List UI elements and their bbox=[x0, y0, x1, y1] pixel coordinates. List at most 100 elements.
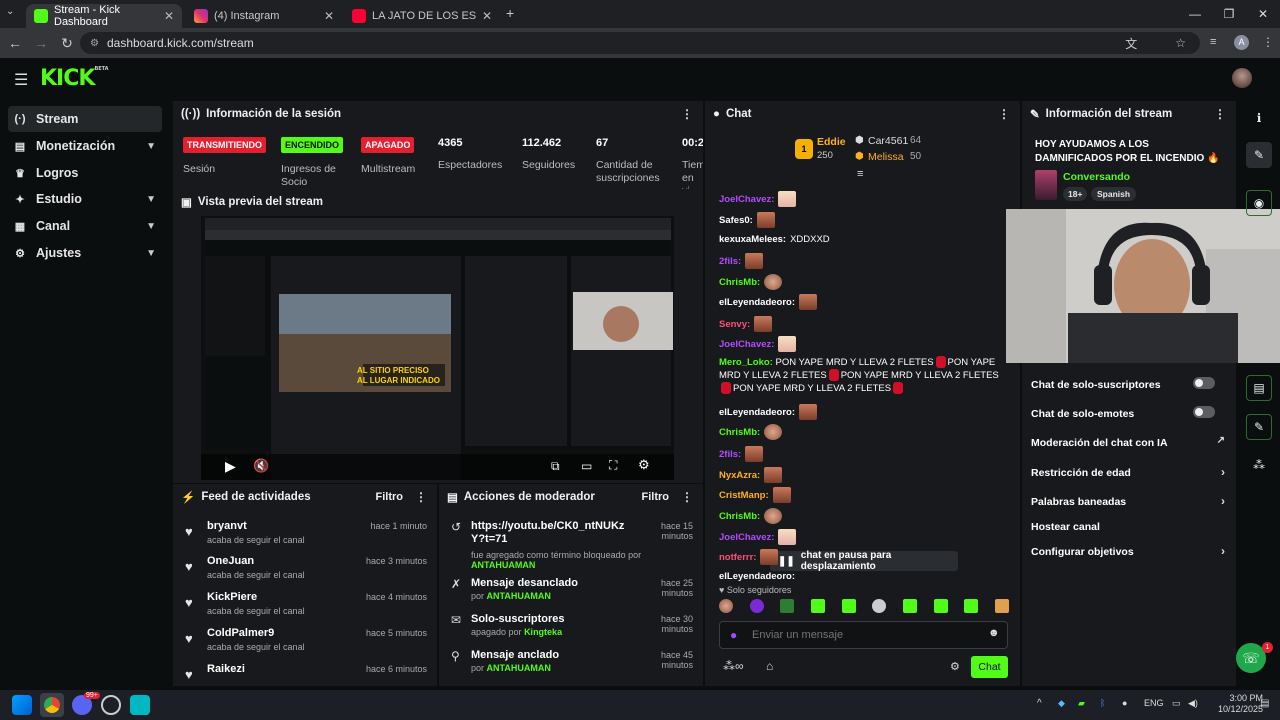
back-icon[interactable]: ← bbox=[2, 35, 28, 51]
leaderboard-name[interactable]: Eddie bbox=[817, 136, 846, 148]
expand-icon[interactable]: ≡ bbox=[857, 168, 863, 180]
setting-host-channel[interactable]: Hostear canal bbox=[1031, 521, 1227, 533]
category-name[interactable]: Conversando bbox=[1063, 171, 1130, 183]
emote[interactable] bbox=[780, 599, 795, 613]
user-avatar[interactable] bbox=[1232, 68, 1252, 88]
chat-username[interactable]: JoelChavez: bbox=[719, 531, 774, 544]
layout-icon[interactable]: ▤ bbox=[1246, 375, 1272, 401]
more-options-icon[interactable]: ⋮ bbox=[998, 107, 1010, 121]
toggle-switch[interactable] bbox=[1193, 377, 1215, 389]
chevron-up-icon[interactable]: ^ bbox=[1037, 698, 1042, 709]
tab-instagram[interactable]: (4) Instagram ✕ bbox=[186, 4, 342, 28]
language-indicator[interactable]: ENG bbox=[1144, 698, 1164, 708]
fullscreen-icon[interactable]: ⛶ bbox=[609, 458, 617, 473]
chat-username[interactable]: notferrr: bbox=[719, 551, 756, 564]
chat-username[interactable]: ChrisMb: bbox=[719, 276, 760, 289]
activity-user[interactable]: ColdPalmer9 bbox=[207, 627, 274, 639]
chat-username[interactable]: elLeyendadeoro: bbox=[719, 570, 795, 583]
leaderboard-name[interactable]: Car4561 bbox=[868, 135, 908, 147]
chat-username[interactable]: kexuxaMelees: bbox=[719, 233, 786, 246]
emote[interactable] bbox=[749, 599, 764, 613]
setting-ai-moderation[interactable]: Moderación del chat con IA ↗ bbox=[1031, 435, 1227, 449]
chat-username[interactable]: CristManp: bbox=[719, 489, 769, 502]
sidebar-item-ajustes[interactable]: ⚙ Ajustes ▼ bbox=[8, 240, 162, 266]
clock[interactable]: 3:00 PM 10/12/2025 bbox=[1218, 693, 1263, 715]
stream-title[interactable]: HOY AYUDAMOS A LOS DAMNIFICADOS POR EL I… bbox=[1035, 138, 1227, 166]
network-icon[interactable]: ▭ bbox=[1172, 698, 1181, 709]
store-icon[interactable]: ⌂ bbox=[766, 659, 773, 673]
chat-username[interactable]: Mero_Loko: bbox=[719, 357, 773, 368]
chat-username[interactable]: 2fils: bbox=[719, 255, 741, 268]
windows-start-icon[interactable] bbox=[12, 695, 32, 715]
url-field[interactable]: ⚙ dashboard.kick.com/stream 文 ☆ bbox=[80, 32, 1200, 54]
chat-username[interactable]: elLeyendadeoro: bbox=[719, 406, 795, 419]
apps-icon[interactable]: ⁂ bbox=[1246, 452, 1272, 478]
chat-username[interactable]: Safes0: bbox=[719, 214, 753, 227]
filter-button[interactable]: Filtro bbox=[376, 491, 404, 503]
gear-icon[interactable]: ⚙ bbox=[950, 660, 960, 673]
infinity-icon[interactable]: ⁂∞ bbox=[723, 659, 744, 673]
forward-icon[interactable]: → bbox=[28, 35, 54, 51]
emote[interactable] bbox=[933, 599, 948, 613]
bluetooth-icon[interactable]: ᛒ bbox=[1100, 698, 1105, 708]
mod-name[interactable]: ANTAHUAMAN bbox=[471, 560, 535, 570]
kick-logo[interactable]: KICKBETA bbox=[40, 66, 109, 91]
mod-name[interactable]: ANTAHUAMAN bbox=[487, 591, 551, 601]
edit-icon[interactable]: ✎ bbox=[1246, 142, 1272, 168]
profile-avatar[interactable]: A bbox=[1234, 35, 1249, 50]
mic-tray-icon[interactable]: ● bbox=[1122, 698, 1127, 708]
emote[interactable] bbox=[964, 599, 979, 613]
close-icon[interactable]: ✕ bbox=[164, 9, 174, 23]
chat-message-input[interactable] bbox=[752, 626, 972, 644]
chat-paused-toast[interactable]: ❚❚ chat en pausa para desplazamiento bbox=[770, 550, 958, 572]
chat-username[interactable]: ChrisMb: bbox=[719, 510, 760, 523]
menu-icon[interactable]: ⋮ bbox=[1262, 35, 1274, 49]
close-icon[interactable]: ✕ bbox=[324, 9, 334, 23]
notifications-icon[interactable]: ▤ bbox=[1260, 698, 1269, 709]
tab-search-icon[interactable]: ⌄ bbox=[6, 6, 14, 17]
tray-app-icon[interactable]: ◆ bbox=[1058, 698, 1065, 709]
sidebar-item-canal[interactable]: ▦ Canal ▼ bbox=[8, 213, 162, 239]
setting-banned-words[interactable]: Palabras baneadas › bbox=[1031, 494, 1227, 508]
emote[interactable] bbox=[841, 599, 856, 613]
send-chat-button[interactable]: Chat bbox=[971, 656, 1008, 678]
close-window-icon[interactable]: ✕ bbox=[1246, 0, 1280, 28]
info-icon[interactable]: ℹ bbox=[1246, 105, 1272, 131]
sidebar-item-stream[interactable]: (·) Stream bbox=[8, 106, 162, 132]
close-icon[interactable]: ✕ bbox=[482, 9, 492, 23]
sidebar-item-logros[interactable]: ♛ Logros bbox=[8, 160, 162, 186]
emoji-icon[interactable]: ☻ bbox=[988, 627, 1000, 639]
site-info-icon[interactable]: ⚙ bbox=[90, 38, 99, 49]
stream-preview-player[interactable]: AL SITIO PRECISO AL LUGAR INDICADO ▶ 🔇 ⧉… bbox=[201, 216, 674, 480]
emote[interactable] bbox=[994, 599, 1009, 613]
wrench-icon[interactable]: ✎ bbox=[1246, 414, 1272, 440]
chat-username[interactable]: Senvy: bbox=[719, 318, 750, 331]
gear-icon[interactable]: ⚙ bbox=[638, 457, 650, 473]
reload-icon[interactable]: ↻ bbox=[54, 35, 80, 52]
new-tab-icon[interactable]: + bbox=[506, 5, 514, 21]
chat-username[interactable]: ChrisMb: bbox=[719, 426, 760, 439]
mod-name[interactable]: Kingteka bbox=[524, 627, 562, 637]
chat-username[interactable]: JoelChavez: bbox=[719, 338, 774, 351]
activity-user[interactable]: KickPiere bbox=[207, 591, 257, 603]
sidebar-item-monetizacion[interactable]: ▤ Monetización ▼ bbox=[8, 133, 162, 159]
sidebar-item-estudio[interactable]: ✦ Estudio ▼ bbox=[8, 186, 162, 212]
setting-age-restriction[interactable]: Restricción de edad › bbox=[1031, 465, 1227, 479]
setting-goals[interactable]: Configurar objetivos › bbox=[1031, 544, 1227, 558]
emote[interactable] bbox=[719, 599, 733, 613]
chat-username[interactable]: 2fils: bbox=[719, 448, 741, 461]
mic-icon[interactable]: ● bbox=[730, 628, 737, 642]
bookmark-star-icon[interactable]: ☆ bbox=[1175, 36, 1186, 50]
obs-icon[interactable] bbox=[101, 695, 121, 715]
pip-icon[interactable]: ⧉ bbox=[551, 459, 560, 474]
emote[interactable] bbox=[872, 599, 887, 613]
mod-action-title[interactable]: https://youtu.be/CK0_ntNUKzY?t=71 bbox=[471, 520, 631, 546]
activity-user[interactable]: Raikezi bbox=[207, 663, 245, 675]
chat-username[interactable]: elLeyendadeoro: bbox=[719, 296, 795, 309]
theater-icon[interactable]: ▭ bbox=[581, 459, 592, 473]
mod-name[interactable]: ANTAHUAMAN bbox=[487, 663, 551, 673]
mute-icon[interactable]: 🔇 bbox=[253, 458, 269, 474]
emote[interactable] bbox=[902, 599, 917, 613]
toggle-switch[interactable] bbox=[1193, 406, 1215, 418]
chat-username[interactable]: JoelChavez: bbox=[719, 193, 774, 206]
